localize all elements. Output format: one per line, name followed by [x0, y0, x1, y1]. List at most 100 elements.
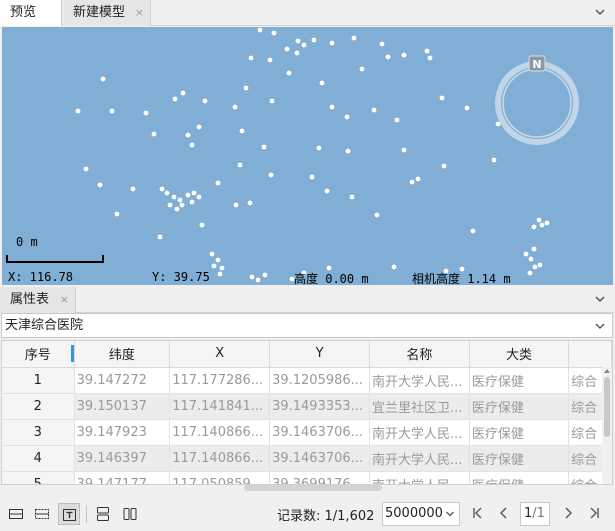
poi-point[interactable]	[284, 46, 290, 52]
poi-point[interactable]	[439, 95, 445, 101]
poi-point[interactable]	[243, 85, 249, 91]
select-all-button[interactable]	[5, 503, 27, 525]
poi-point[interactable]	[324, 188, 330, 194]
horizontal-layout-button[interactable]	[92, 503, 114, 525]
first-page-icon[interactable]	[470, 505, 486, 521]
poi-point[interactable]	[196, 124, 202, 130]
horizontal-scrollbar[interactable]	[244, 485, 382, 491]
poi-point[interactable]	[311, 37, 317, 43]
poi-point[interactable]	[470, 228, 476, 234]
poi-point[interactable]	[536, 217, 542, 223]
poi-point[interactable]	[409, 179, 415, 185]
close-icon[interactable]: ×	[135, 0, 144, 26]
poi-point[interactable]	[174, 206, 180, 212]
poi-point[interactable]	[491, 157, 497, 163]
poi-point[interactable]	[209, 251, 215, 257]
table-row[interactable]: 4 39.146397 117.140866... 39.1463706... …	[2, 445, 612, 472]
poi-point[interactable]	[199, 222, 205, 228]
poi-point[interactable]	[185, 132, 191, 138]
poi-point[interactable]	[248, 55, 254, 61]
chevron-down-icon[interactable]	[593, 292, 607, 306]
poi-point[interactable]	[177, 197, 183, 203]
switch-selection-button[interactable]	[31, 503, 53, 525]
poi-point[interactable]	[401, 147, 407, 153]
poi-point[interactable]	[415, 176, 421, 182]
table-row[interactable]: 1 39.147272 117.177286... 39.1205986... …	[2, 367, 612, 394]
poi-point[interactable]	[294, 50, 300, 56]
poi-point[interactable]	[301, 42, 307, 48]
poi-point[interactable]	[371, 107, 377, 113]
poi-point[interactable]	[359, 66, 365, 72]
poi-point[interactable]	[233, 202, 239, 208]
poi-point[interactable]	[159, 186, 165, 192]
poi-point[interactable]	[189, 142, 195, 148]
poi-point[interactable]	[179, 202, 185, 208]
poi-point[interactable]	[286, 70, 292, 76]
poi-point[interactable]	[441, 163, 447, 169]
poi-point[interactable]	[196, 194, 202, 200]
poi-point[interactable]	[167, 202, 173, 208]
poi-point[interactable]	[215, 257, 221, 263]
poi-point[interactable]	[157, 234, 163, 240]
poi-point[interactable]	[394, 117, 400, 123]
column-header-index[interactable]: 序号	[2, 341, 75, 368]
table-row[interactable]: 2 39.150137 117.141841... 39.1493353... …	[2, 393, 612, 420]
poi-point[interactable]	[349, 194, 355, 200]
poi-point[interactable]	[237, 162, 243, 168]
poi-point[interactable]	[100, 76, 106, 82]
poi-point[interactable]	[531, 246, 537, 252]
poi-point[interactable]	[215, 180, 221, 186]
scroll-thumb[interactable]	[604, 377, 610, 437]
poi-point[interactable]	[295, 38, 301, 44]
column-header-x[interactable]: X	[169, 341, 271, 368]
attribute-table[interactable]: 序号 纬度 X Y 名称 大类 1 39.147272 117.177286..…	[1, 340, 613, 485]
poi-point[interactable]	[379, 41, 385, 47]
poi-point[interactable]	[344, 114, 350, 120]
poi-point[interactable]	[171, 194, 177, 200]
poi-point[interactable]	[232, 104, 238, 110]
poi-point[interactable]	[130, 186, 136, 192]
poi-point[interactable]	[83, 166, 89, 172]
scroll-up-icon[interactable]	[604, 369, 610, 373]
poi-point[interactable]	[329, 104, 335, 110]
column-header-category[interactable]: 大类	[469, 341, 570, 368]
compass-icon[interactable]: N	[495, 55, 579, 145]
poi-point[interactable]	[528, 256, 534, 262]
vertical-scrollbar[interactable]	[602, 367, 612, 484]
page-number-input[interactable]: 1/1	[520, 502, 550, 526]
layer-select[interactable]: 天津综合医院	[1, 313, 613, 338]
page-size-select[interactable]: 5000000	[382, 502, 460, 526]
column-header-y[interactable]: Y	[269, 341, 370, 368]
poi-point[interactable]	[271, 30, 277, 36]
poi-point[interactable]	[185, 192, 191, 198]
poi-point[interactable]	[109, 108, 115, 114]
poi-point[interactable]	[268, 172, 274, 178]
poi-point[interactable]	[151, 131, 157, 137]
tab-preview[interactable]: 预览	[0, 0, 62, 26]
table-row[interactable]: 3 39.147923 117.140866... 39.1463706... …	[2, 419, 612, 446]
poi-point[interactable]	[316, 145, 322, 151]
poi-point[interactable]	[427, 55, 433, 61]
poi-point[interactable]	[75, 108, 81, 114]
poi-point[interactable]	[537, 262, 543, 268]
chevron-down-icon[interactable]	[593, 5, 607, 19]
poi-point[interactable]	[385, 54, 391, 60]
column-header-name[interactable]: 名称	[369, 341, 470, 368]
column-header-latitude[interactable]: 纬度	[74, 341, 171, 368]
last-page-icon[interactable]	[586, 505, 602, 521]
poi-point[interactable]	[180, 90, 186, 96]
poi-point[interactable]	[401, 52, 407, 58]
poi-point[interactable]	[319, 80, 325, 86]
poi-point[interactable]	[247, 200, 253, 206]
poi-point[interactable]	[539, 222, 545, 228]
poi-point[interactable]	[424, 48, 430, 54]
poi-point[interactable]	[267, 57, 273, 63]
previous-page-icon[interactable]	[496, 505, 512, 521]
poi-point[interactable]	[114, 211, 120, 217]
table-row[interactable]: 5 39.147177 117.050859 39.3699176 南开大学人民…	[2, 471, 612, 484]
poi-point[interactable]	[97, 182, 103, 188]
vertical-layout-button[interactable]	[119, 503, 141, 525]
poi-point[interactable]	[261, 144, 267, 150]
poi-point[interactable]	[191, 190, 197, 196]
poi-point[interactable]	[239, 128, 245, 134]
